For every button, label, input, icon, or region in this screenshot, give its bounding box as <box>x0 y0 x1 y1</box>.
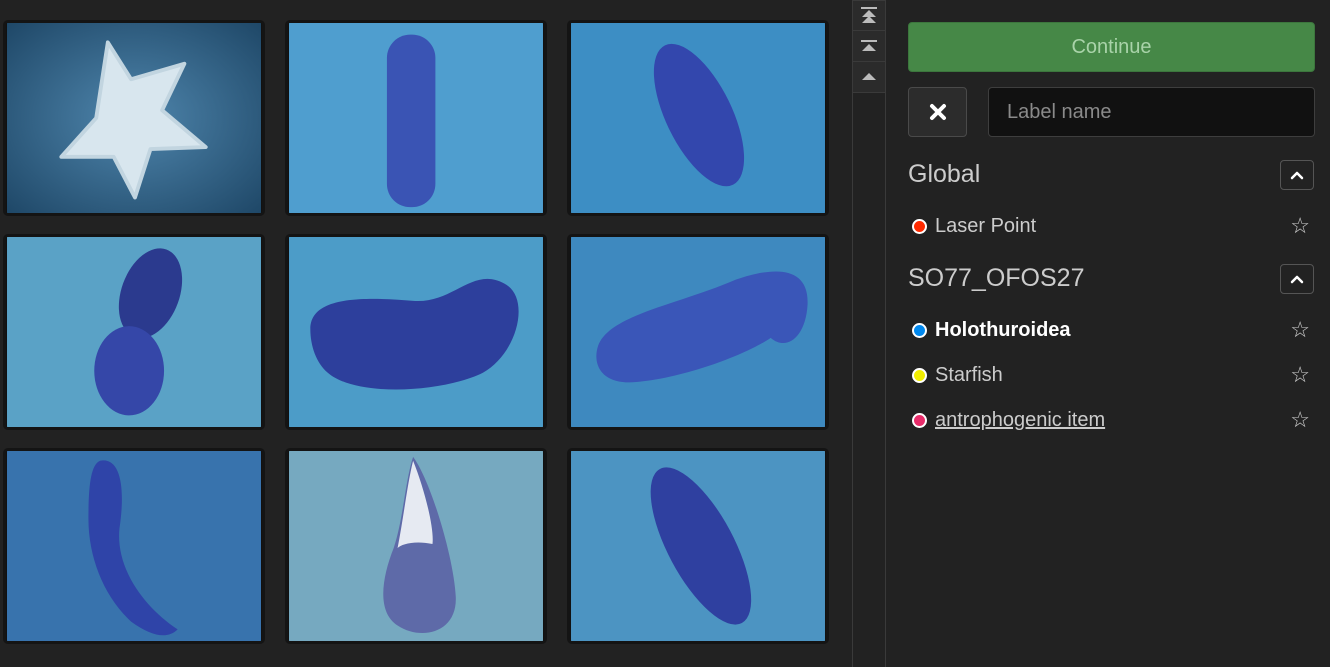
label-item-antrophogenic-item[interactable]: antrophogenic item ☆ <box>912 405 1310 435</box>
image-tile[interactable] <box>567 234 829 430</box>
label-item-laser-point[interactable]: Laser Point ☆ <box>912 211 1310 241</box>
group-title-so77-ofos27: SO77_OFOS27 <box>908 264 1085 292</box>
label-sidebar: Continue Global Laser Point ☆ SO77_OFOS2… <box>886 0 1330 667</box>
label-name: Holothuroidea <box>935 318 1071 341</box>
image-tile[interactable] <box>285 234 547 430</box>
image-tile[interactable] <box>567 20 829 216</box>
image-tile[interactable] <box>285 448 547 644</box>
image-tile[interactable] <box>3 234 265 430</box>
label-color-dot <box>912 412 927 428</box>
holothuroidea-image <box>289 451 543 641</box>
grid-scroll-controls <box>852 0 886 667</box>
label-name: Laser Point <box>935 214 1037 237</box>
chevron-up-icon <box>1290 275 1304 283</box>
label-color-dot <box>912 218 927 234</box>
holothuroidea-image <box>571 23 825 213</box>
label-name: Starfish <box>935 363 1003 386</box>
label-item-starfish[interactable]: Starfish ☆ <box>912 360 1310 390</box>
image-tile[interactable] <box>3 20 265 216</box>
image-grid <box>0 0 852 667</box>
favorite-star-icon[interactable]: ☆ <box>1290 408 1310 432</box>
holothuroidea-image <box>571 237 825 427</box>
group-title-global: Global <box>908 160 981 188</box>
clear-label-button[interactable] <box>908 87 967 137</box>
collapse-so77-ofos27-button[interactable] <box>1280 264 1314 294</box>
favorite-star-icon[interactable]: ☆ <box>1290 318 1310 342</box>
holothuroidea-image <box>289 237 543 427</box>
page-up-button[interactable] <box>853 31 885 62</box>
label-item-holothuroidea[interactable]: Holothuroidea ☆ <box>912 315 1310 345</box>
label-color-dot <box>912 367 927 383</box>
holothuroidea-image <box>7 451 261 641</box>
favorite-star-icon[interactable]: ☆ <box>1290 363 1310 387</box>
holothuroidea-image <box>289 23 543 213</box>
scroll-to-top-button[interactable] <box>853 0 885 31</box>
favorite-star-icon[interactable]: ☆ <box>1290 214 1310 238</box>
scroll-up-icon <box>862 73 876 80</box>
label-color-dot <box>912 322 927 338</box>
holothuroidea-image <box>7 237 261 427</box>
chevron-up-icon <box>1290 171 1304 179</box>
continue-button[interactable]: Continue <box>908 22 1315 72</box>
collapse-global-button[interactable] <box>1280 160 1314 190</box>
scroll-up-button[interactable] <box>853 62 885 93</box>
label-name-input[interactable] <box>988 87 1315 137</box>
image-tile[interactable] <box>285 20 547 216</box>
starfish-image <box>7 23 261 213</box>
page-up-icon <box>861 40 877 51</box>
scroll-to-top-icon <box>861 6 877 23</box>
holothuroidea-image <box>571 451 825 641</box>
image-tile[interactable] <box>3 448 265 644</box>
label-name: antrophogenic item <box>935 408 1106 431</box>
close-icon <box>929 104 946 120</box>
image-tile[interactable] <box>567 448 829 644</box>
